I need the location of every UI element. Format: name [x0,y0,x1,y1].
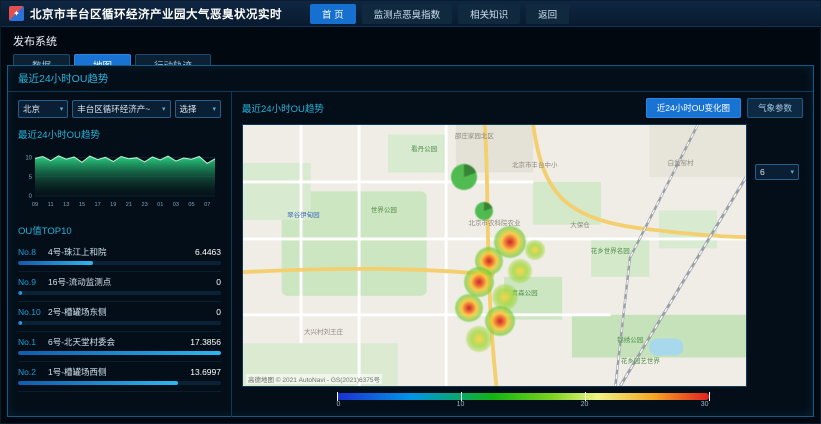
legend-tick-mark [461,392,462,401]
station-name: 1号-槽罐场西侧 [48,366,186,378]
svg-text:5: 5 [29,175,33,181]
publish-system-label: 发布系统 [13,33,808,49]
map-attribution: 高德地图 © 2021 AutoNavi - GS(2021)6375号 [246,374,382,384]
map-basemap [243,125,746,386]
chevron-down-icon: ▾ [60,105,64,113]
rank-label: No.9 [18,277,48,287]
app-logo-icon: ✦ [9,6,24,21]
select-value: 选择 [180,103,197,115]
value-bar-track [18,291,221,295]
svg-text:05: 05 [188,202,194,208]
svg-text:10: 10 [25,156,32,162]
chevron-down-icon: ▾ [212,105,216,113]
map-area[interactable]: 高德地图 © 2021 AutoNavi - GS(2021)6375号 邵庄家… [242,124,747,387]
legend-tick-label: 0 [337,401,341,408]
list-item[interactable]: No.102号-槽罐场东侧 0 [18,302,221,332]
value-bar-track [18,351,221,355]
legend-tick-label: 30 [701,401,709,408]
rank-label: No.2 [18,367,48,377]
value-bar-track [18,261,221,265]
svg-text:15: 15 [79,202,85,208]
nav-odor-index[interactable]: 监测点恶臭指数 [362,4,453,24]
panel-body: 北京 ▾ 丰台区循环经济产~ ▾ 选择 ▾ 最近24小时OU趋势 0510091… [8,92,813,417]
nav-back[interactable]: 返回 [526,4,569,24]
app-title: 北京市丰台区循环经济产业园大气恶臭状况实时 [30,6,282,22]
ou-value: 0 [216,307,221,317]
trend-chart: 0510091113151719212301030507 [18,144,220,214]
rank-label: No.1 [18,337,48,347]
value-bar-fill [18,381,178,385]
legend-tick-mark [585,392,586,401]
svg-text:19: 19 [110,202,116,208]
svg-text:17: 17 [94,202,100,208]
legend-tick-mark [337,392,338,401]
rank-label: No.10 [18,307,48,317]
map-buttons: 近24小时OU变化图 气象参数 [646,98,803,118]
svg-text:07: 07 [204,202,210,208]
ou-change-chart-button[interactable]: 近24小时OU变化图 [646,98,741,118]
city-select[interactable]: 北京 ▾ [18,100,68,118]
value-bar-track [18,381,221,385]
list-item[interactable]: No.16号-北天堂村委会 17.3856 [18,332,221,362]
value-bar-track [18,321,221,325]
svg-text:09: 09 [32,202,38,208]
main-panel: 最近24小时OU趋势 北京 ▾ 丰台区循环经济产~ ▾ 选择 ▾ [7,65,814,417]
top10-list: No.84号-珠江上和院6.4463 No.916号-流动监测点0 No.102… [18,242,221,392]
map-title: 最近24小时OU趋势 [242,101,324,115]
ou-value: 17.3856 [190,337,221,347]
left-panel: 北京 ▾ 丰台区循环经济产~ ▾ 选择 ▾ 最近24小时OU趋势 0510091… [8,92,232,417]
station-name: 4号-珠江上和院 [48,246,191,258]
svg-text:21: 21 [126,202,132,208]
svg-text:01: 01 [157,202,163,208]
select-value: 丰台区循环经济产~ [77,103,150,115]
value-bar-fill [18,261,93,265]
value-bar-fill [18,351,221,355]
legend-gradient-bar [337,393,709,400]
legend-tick-label: 20 [581,401,589,408]
ou-value: 6.4463 [195,247,221,257]
station-name: 6号-北天堂村委会 [48,336,186,348]
list-item[interactable]: No.21号-槽罐场西侧 13.6997 [18,362,221,392]
rank-label: No.8 [18,247,48,257]
list-item[interactable]: No.916号-流动监测点 0 [18,272,221,302]
app-window: ✦ 北京市丰台区循环经济产业园大气恶臭状况实时 首 页 监测点恶臭指数 相关知识… [0,0,821,424]
trend-chart-label: 最近24小时OU趋势 [18,127,221,141]
chevron-down-icon: ▾ [162,105,166,113]
legend-tick-mark [709,392,710,401]
chevron-down-icon: ▾ [790,168,794,176]
station-name: 2号-槽罐场东侧 [48,306,212,318]
svg-text:0: 0 [29,194,33,200]
svg-text:11: 11 [48,202,54,208]
heat-legend: 0 10 20 30 [337,393,709,411]
select-value: 北京 [23,103,40,115]
svg-text:03: 03 [173,202,179,208]
value-bar-fill [18,291,22,295]
value-bar-fill [18,321,22,325]
svg-text:23: 23 [141,202,147,208]
top10-label: OU值TOP10 [18,223,221,237]
map-row: 高德地图 © 2021 AutoNavi - GS(2021)6375号 邵庄家… [242,124,803,387]
map-panel: 最近24小时OU趋势 近24小时OU变化图 气象参数 [232,92,813,417]
filter-row: 北京 ▾ 丰台区循环经济产~ ▾ 选择 ▾ [18,100,221,118]
select-value: 6 [760,167,765,177]
nav-home[interactable]: 首 页 [310,4,356,24]
park-select[interactable]: 丰台区循环经济产~ ▾ [72,100,170,118]
list-item[interactable]: No.84号-珠江上和院 6.4463 [18,242,221,272]
nav-knowledge[interactable]: 相关知识 [458,4,520,24]
map-level-select[interactable]: 6 ▾ [755,164,799,180]
legend-tick-label: 10 [457,401,465,408]
svg-text:13: 13 [63,202,69,208]
weather-params-button[interactable]: 气象参数 [747,98,803,118]
station-name: 16号-流动监测点 [48,276,212,288]
map-header: 最近24小时OU趋势 近24小时OU变化图 气象参数 [242,98,803,118]
panel-title: 最近24小时OU趋势 [8,66,813,92]
legend-ticks: 0 10 20 30 [337,401,709,411]
ou-value: 13.6997 [190,367,221,377]
top-nav: 首 页 监测点恶臭指数 相关知识 返回 [310,4,569,24]
ou-value: 0 [216,277,221,287]
top-header: ✦ 北京市丰台区循环经济产业园大气恶臭状况实时 首 页 监测点恶臭指数 相关知识… [1,1,820,27]
map-side-controls: 6 ▾ [755,124,803,387]
station-select[interactable]: 选择 ▾ [175,100,221,118]
